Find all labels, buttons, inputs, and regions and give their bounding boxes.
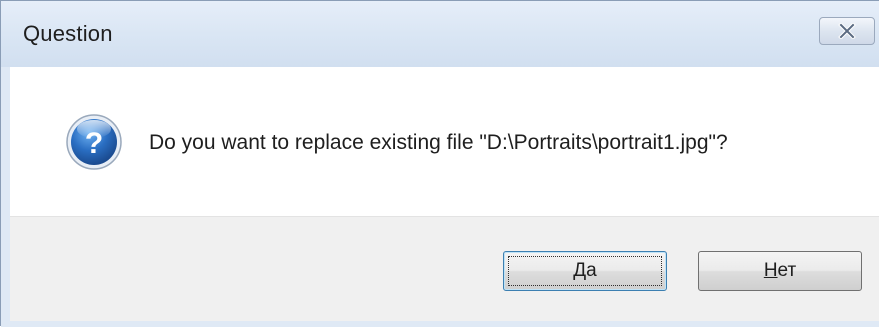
- yes-button-label: Да: [573, 260, 596, 282]
- question-icon: ?: [66, 114, 122, 170]
- dialog-window: Question ? Do you want to replace existi…: [0, 0, 879, 327]
- no-button[interactable]: Нет: [698, 251, 862, 291]
- no-button-label: Нет: [764, 260, 796, 282]
- dialog-title: Question: [23, 21, 113, 46]
- dialog-message: Do you want to replace existing file "D:…: [149, 131, 728, 154]
- close-button[interactable]: [819, 17, 875, 45]
- no-accelerator: Н: [763, 260, 778, 281]
- yes-label-rest: а: [586, 260, 597, 281]
- button-bar: Да Нет: [10, 216, 879, 322]
- yes-accelerator: Д: [573, 260, 587, 281]
- dialog-content: ? Do you want to replace existing file "…: [10, 67, 879, 322]
- svg-text:?: ?: [85, 127, 103, 160]
- no-label-rest: ет: [777, 260, 797, 281]
- window-bottom-border: [1, 321, 879, 327]
- close-icon: [838, 23, 856, 39]
- yes-button[interactable]: Да: [503, 251, 667, 291]
- title-bar[interactable]: Question: [1, 1, 879, 67]
